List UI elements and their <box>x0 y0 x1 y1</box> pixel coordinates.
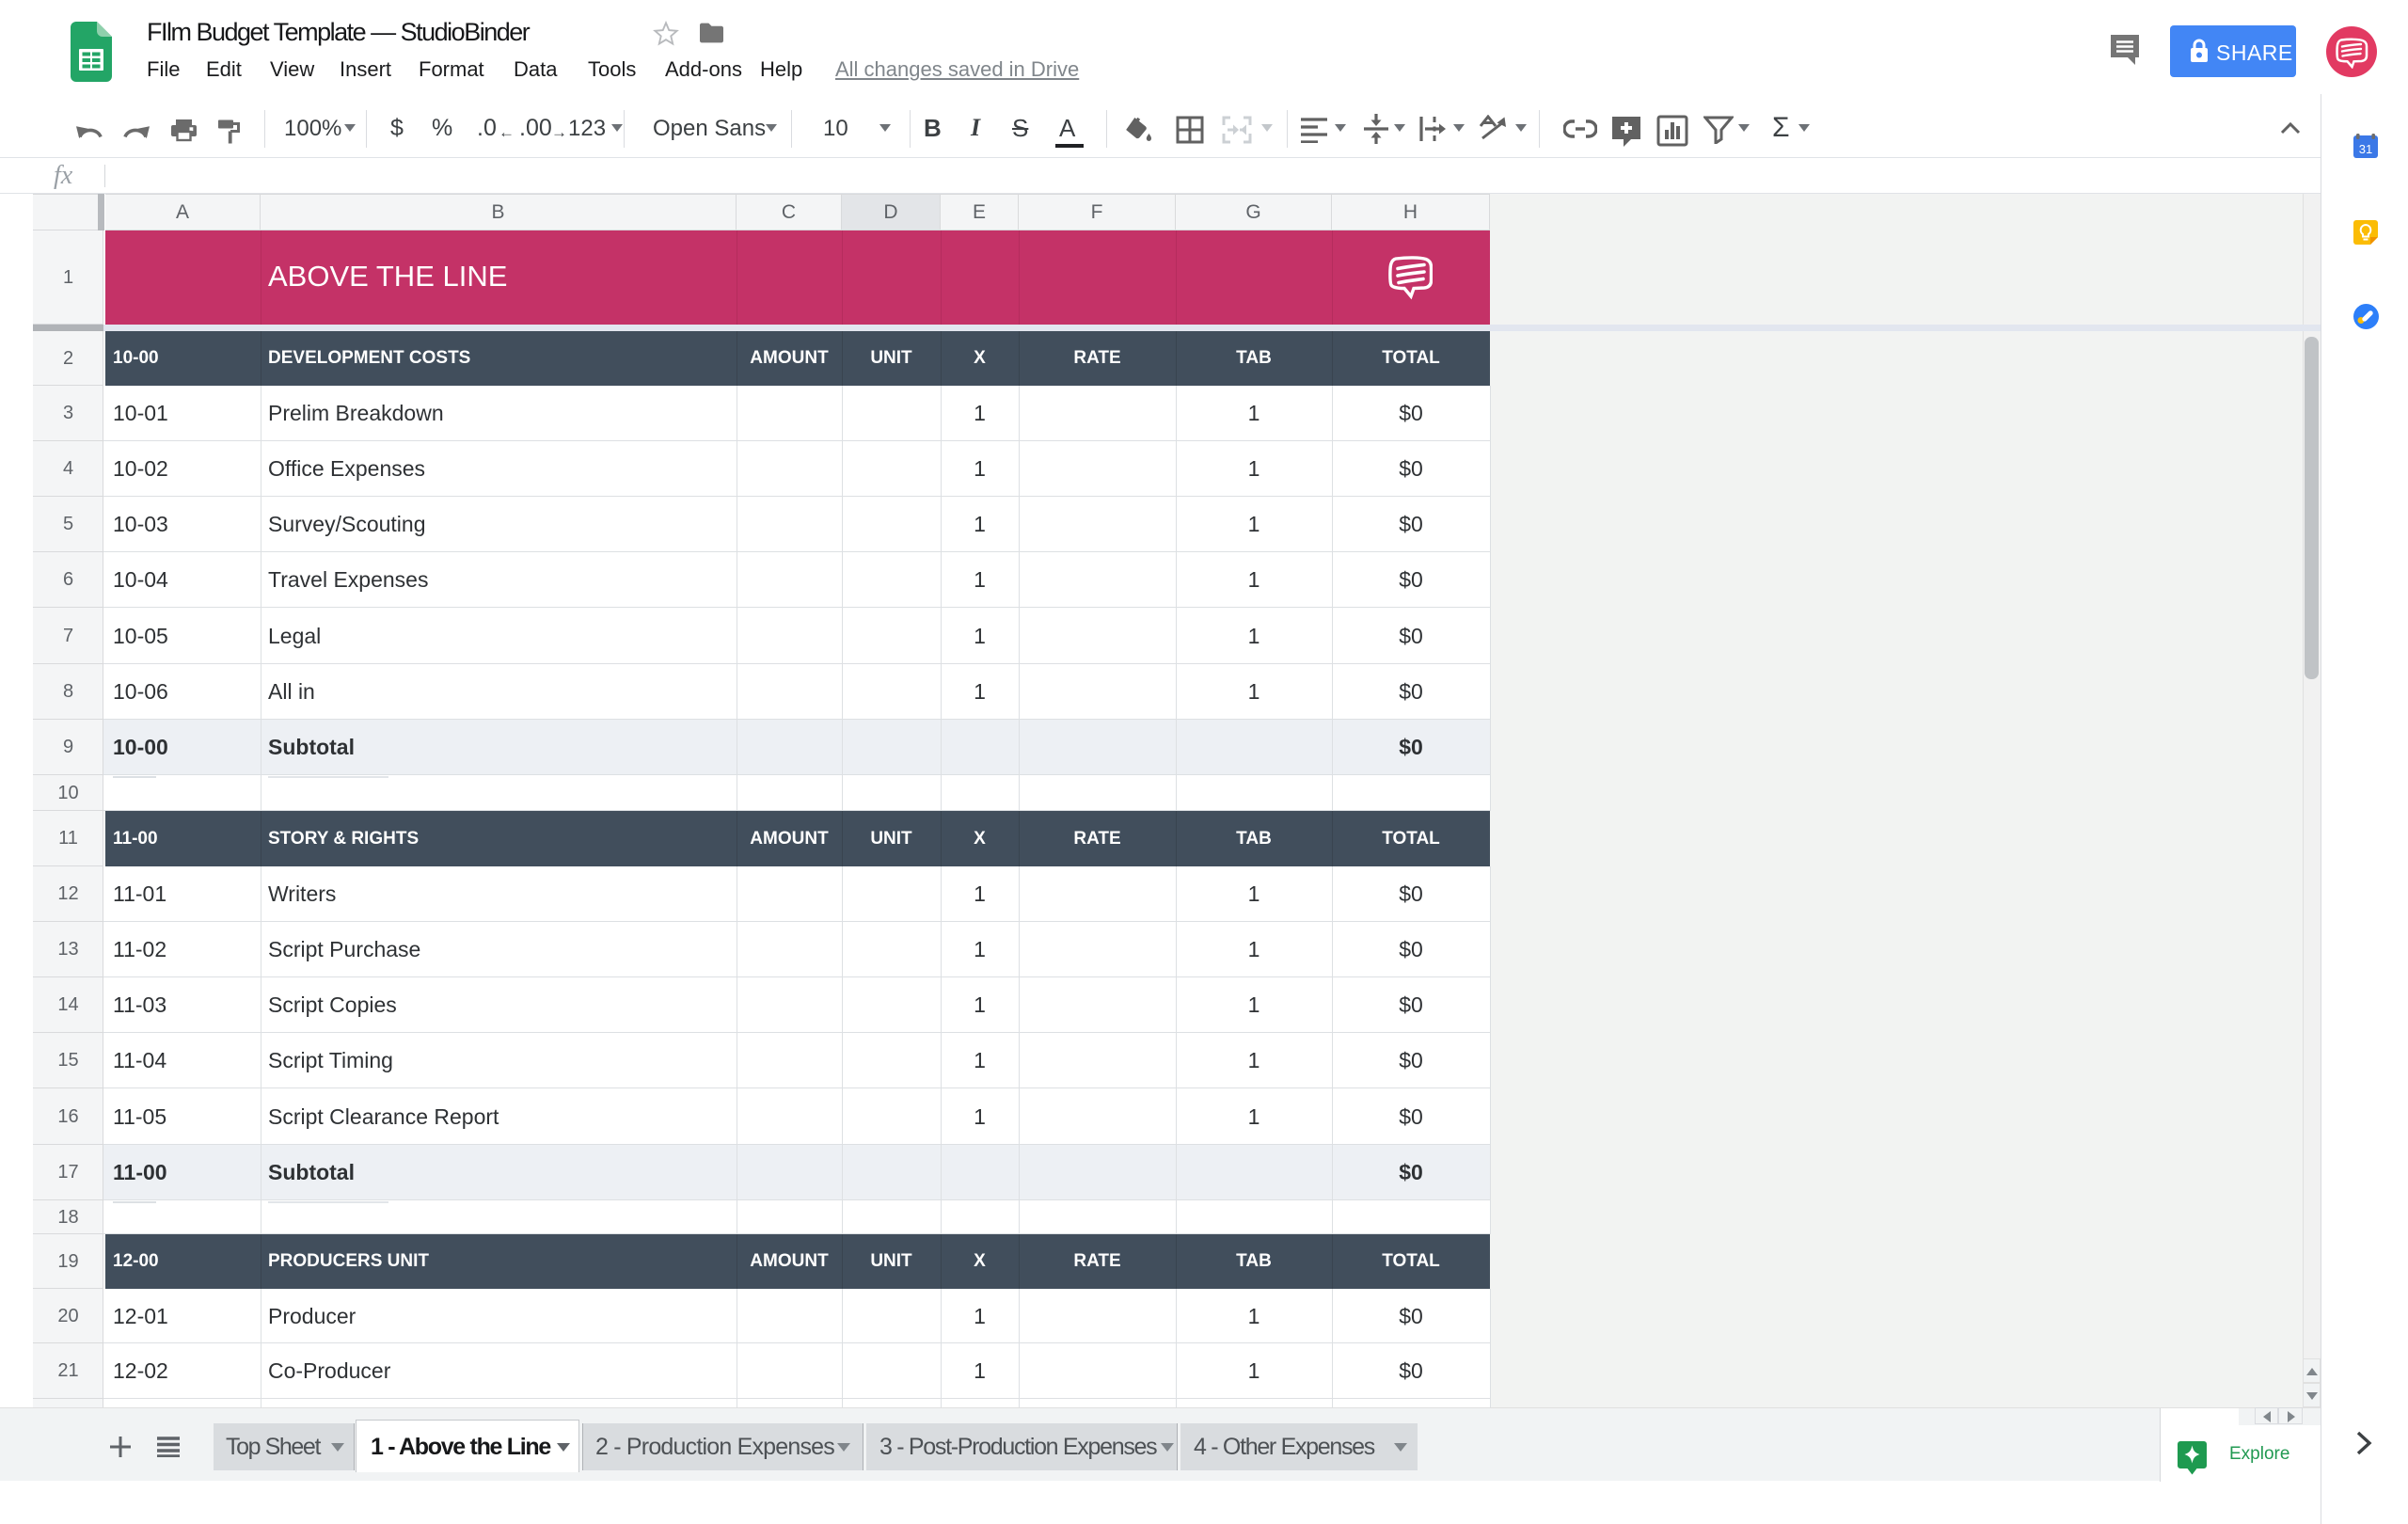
svg-text:31: 31 <box>2359 142 2372 156</box>
